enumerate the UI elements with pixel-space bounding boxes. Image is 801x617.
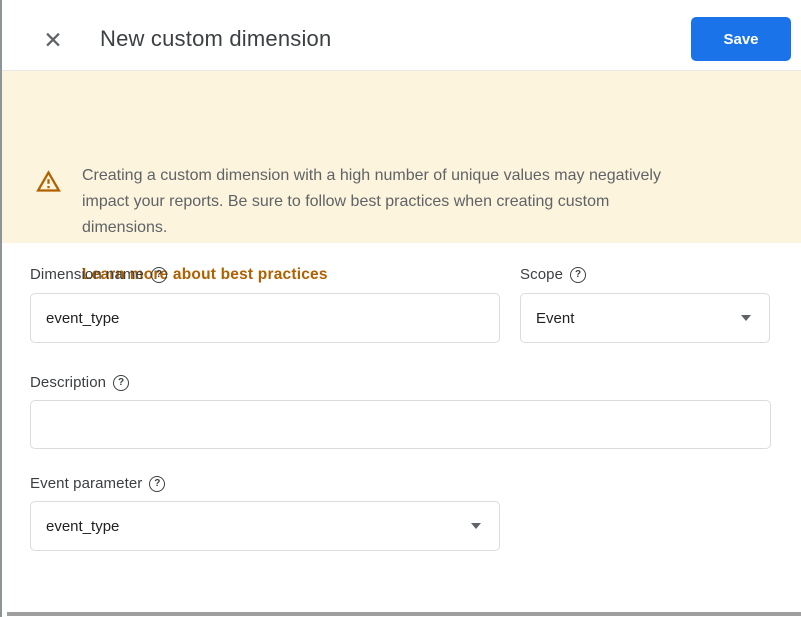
dimension-name-input[interactable] xyxy=(30,293,500,343)
chevron-down-icon xyxy=(471,523,481,529)
page-title: New custom dimension xyxy=(100,26,332,51)
scope-label: Scope ? xyxy=(520,266,587,283)
close-button[interactable]: ✕ xyxy=(38,25,68,55)
new-custom-dimension-dialog: ✕ New custom dimension Save Creating a c… xyxy=(0,0,801,617)
chevron-down-icon xyxy=(741,315,751,321)
event-parameter-select-value: event_type xyxy=(46,517,120,535)
help-icon[interactable]: ? xyxy=(150,266,167,283)
warning-message: Creating a custom dimension with a high … xyxy=(82,167,661,236)
scope-select[interactable]: Event xyxy=(520,293,770,343)
description-label: Description ? xyxy=(30,374,130,391)
dimension-name-label-text: Dimension name xyxy=(30,266,144,283)
event-parameter-label-text: Event parameter xyxy=(30,475,143,492)
help-icon[interactable]: ? xyxy=(570,266,587,283)
horizontal-scrollbar[interactable] xyxy=(7,612,801,616)
help-icon[interactable]: ? xyxy=(149,475,166,492)
close-icon: ✕ xyxy=(43,27,63,53)
help-icon[interactable]: ? xyxy=(113,374,130,391)
warning-banner: Creating a custom dimension with a high … xyxy=(2,71,801,283)
dialog-header: ✕ New custom dimension Save xyxy=(2,0,801,71)
event-parameter-label: Event parameter ? xyxy=(30,475,166,492)
save-button[interactable]: Save xyxy=(691,17,791,61)
scope-label-text: Scope xyxy=(520,266,564,283)
warning-icon xyxy=(36,170,61,192)
description-label-text: Description xyxy=(30,374,107,391)
warning-banner-body: Creating a custom dimension with a high … xyxy=(82,163,722,284)
event-parameter-select[interactable]: event_type xyxy=(30,501,500,551)
scope-select-value: Event xyxy=(536,309,575,327)
dimension-name-label: Dimension name ? xyxy=(30,266,167,283)
description-input[interactable] xyxy=(30,400,771,449)
